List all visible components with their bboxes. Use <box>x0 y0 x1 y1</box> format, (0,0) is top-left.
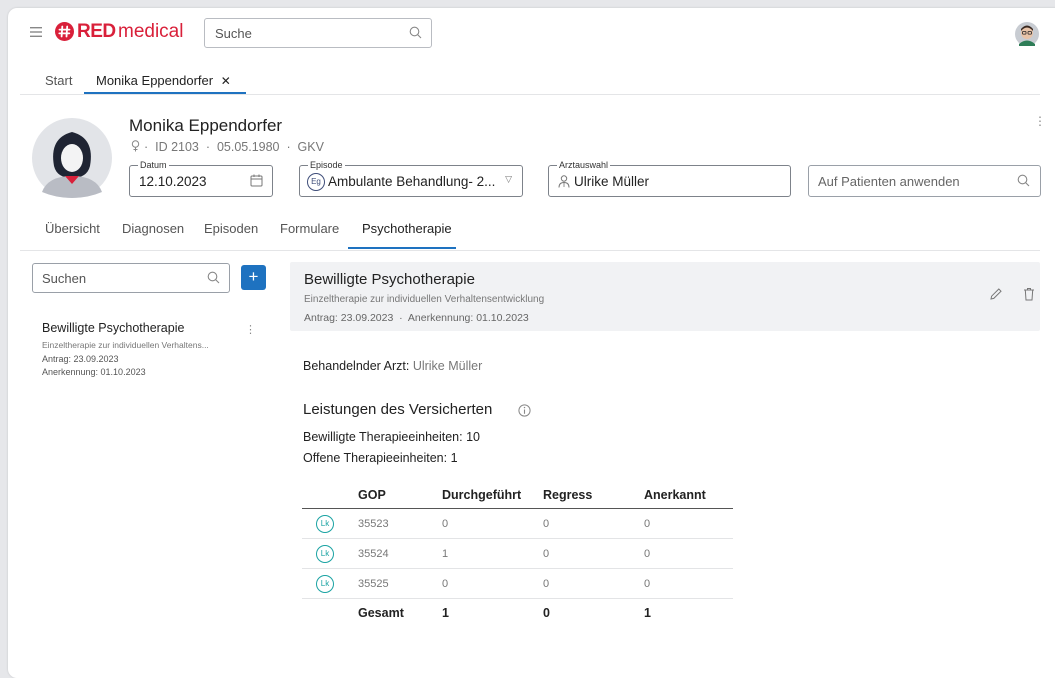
user-avatar[interactable] <box>1015 22 1039 46</box>
table-total-row: Gesamt 1 0 1 <box>302 598 733 627</box>
table-cell: 0 <box>543 568 644 599</box>
tab-uebersicht[interactable]: Übersicht <box>45 221 100 236</box>
table-cell: 0 <box>644 568 733 599</box>
tab-episoden[interactable]: Episoden <box>204 221 258 236</box>
plus-icon: + <box>248 267 259 286</box>
patient-name: Monika Eppendorfer <box>129 116 283 135</box>
table-header-row: GOP Durchgeführt Regress Anerkannt <box>302 482 733 509</box>
table-row[interactable]: Lk 35523 0 0 0 <box>302 508 733 539</box>
episode-badge-icon: Eg <box>307 173 325 191</box>
table-cell: 0 <box>543 508 644 539</box>
arzt-value: Ulrike Müller <box>574 174 650 189</box>
sidebar-item-subtitle: Einzeltherapie zur individuellen Verhalt… <box>42 340 209 350</box>
table-row[interactable]: Lk 35524 1 0 0 <box>302 538 733 569</box>
offene-einheiten: Offene Therapieeinheiten: 1 <box>303 451 458 465</box>
edit-icon[interactable] <box>989 287 1003 301</box>
tab-start[interactable]: Start <box>45 73 72 88</box>
close-icon[interactable]: ✕ <box>221 74 231 88</box>
tab-active-indicator <box>348 247 456 249</box>
datum-field[interactable]: Datum 12.10.2023 <box>129 159 273 197</box>
episode-label: Episode <box>308 159 345 171</box>
episode-select[interactable]: Episode Eg Ambulante Behandlung- 2... ▽ <box>299 159 523 197</box>
sidebar-search-placeholder: Suchen <box>42 271 87 286</box>
sidebar-search[interactable]: Suchen <box>32 263 230 293</box>
hash-logo-icon <box>55 22 74 41</box>
table-cell: 35525 <box>358 568 442 599</box>
table-cell: 0 <box>442 508 543 539</box>
datum-label: Datum <box>138 159 169 171</box>
table-total-cell: 1 <box>442 598 543 627</box>
brand-suffix: medical <box>118 21 184 42</box>
arzt-label: Arztauswahl <box>557 159 611 171</box>
doctor-icon <box>558 175 570 188</box>
detail-subtitle: Einzeltherapie zur individuellen Verhalt… <box>304 294 545 305</box>
treating-doctor: Behandelnder Arzt: Ulrike Müller <box>303 359 482 373</box>
more-options-icon[interactable]: ⋮ <box>245 323 256 336</box>
tab-patient[interactable]: Monika Eppendorfer ✕ <box>96 73 231 88</box>
global-search-input[interactable] <box>213 25 397 42</box>
search-icon[interactable] <box>409 26 422 39</box>
sidebar-item-title: Bewilligte Psychotherapie <box>42 321 185 335</box>
patient-meta: · ID 2103 · 05.05.1980 · GKV <box>144 140 324 154</box>
detail-card-header: Bewilligte Psychotherapie Einzeltherapie… <box>290 262 1040 331</box>
table-header-durchgefuehrt: Durchgeführt <box>442 482 543 509</box>
tab-formulare[interactable]: Formulare <box>280 221 339 236</box>
brand-name: RED <box>77 21 116 42</box>
apply-to-patient-field[interactable]: Auf Patienten anwenden <box>808 165 1041 197</box>
search-icon[interactable] <box>1017 174 1030 187</box>
table-total-cell: 1 <box>644 598 733 627</box>
treating-doctor-value: Ulrike Müller <box>412 359 483 373</box>
global-search[interactable] <box>204 18 432 48</box>
chevron-down-icon[interactable]: ▽ <box>505 174 512 185</box>
tab-patient-label: Monika Eppendorfer <box>96 73 214 88</box>
lk-badge-icon: Lk <box>316 514 334 533</box>
app-window: RED medical Start Monika Eppendorfer ✕ M… <box>8 8 1055 678</box>
female-gender-icon <box>131 140 140 152</box>
tab-active-indicator <box>84 92 246 94</box>
patient-avatar <box>32 118 112 198</box>
leistungen-title: Leistungen des Versicherten <box>303 401 493 418</box>
table-cell: 0 <box>543 538 644 569</box>
table-cell: 0 <box>442 568 543 599</box>
more-options-icon[interactable]: ⋮ <box>1034 114 1046 128</box>
hamburger-menu-icon[interactable] <box>30 27 42 37</box>
table-cell: 0 <box>644 508 733 539</box>
nav-tabs: Start Monika Eppendorfer ✕ <box>20 66 1040 95</box>
table-cell: 0 <box>644 538 733 569</box>
table-cell: 35523 <box>358 508 442 539</box>
datum-value: 12.10.2023 <box>139 174 207 189</box>
table-header-badge <box>302 482 358 509</box>
table-cell: 35524 <box>358 538 442 569</box>
sidebar-item-anerkennung: Anerkennung: 01.10.2023 <box>42 367 146 377</box>
sidebar-item-antrag: Antrag: 23.09.2023 <box>42 354 119 364</box>
table-row[interactable]: Lk 35525 0 0 0 <box>302 568 733 599</box>
table-header-anerkannt: Anerkannt <box>644 482 733 509</box>
table-header-regress: Regress <box>543 482 644 509</box>
lk-badge-icon: Lk <box>316 574 334 593</box>
arzt-select[interactable]: Arztauswahl Ulrike Müller <box>548 159 791 197</box>
tab-psychotherapie[interactable]: Psychotherapie <box>362 221 452 236</box>
table-cell: 1 <box>442 538 543 569</box>
search-icon[interactable] <box>207 271 220 284</box>
treating-doctor-label: Behandelnder Arzt: <box>303 359 410 373</box>
trash-icon[interactable] <box>1023 287 1035 301</box>
sidebar-list-item[interactable]: Bewilligte Psychotherapie Einzeltherapie… <box>42 321 257 387</box>
table-total-label: Gesamt <box>358 598 442 627</box>
detail-title: Bewilligte Psychotherapie <box>304 271 475 288</box>
table-total-cell: 0 <box>543 598 644 627</box>
leistungen-table: GOP Durchgeführt Regress Anerkannt Lk 35… <box>302 482 733 627</box>
lk-badge-icon: Lk <box>316 544 334 563</box>
info-icon[interactable] <box>518 404 531 417</box>
section-tabs: Übersicht Diagnosen Episoden Formulare P… <box>20 218 1040 251</box>
detail-dates: Antrag: 23.09.2023 · Anerkennung: 01.10.… <box>304 312 529 324</box>
episode-value: Ambulante Behandlung- 2... <box>328 174 496 189</box>
tab-diagnosen[interactable]: Diagnosen <box>122 221 184 236</box>
table-header-gop: GOP <box>358 482 442 509</box>
add-button[interactable]: + <box>241 265 266 290</box>
calendar-icon[interactable] <box>250 174 263 187</box>
apply-to-patient-placeholder: Auf Patienten anwenden <box>818 174 960 189</box>
bewilligte-einheiten: Bewilligte Therapieeinheiten: 10 <box>303 430 480 444</box>
